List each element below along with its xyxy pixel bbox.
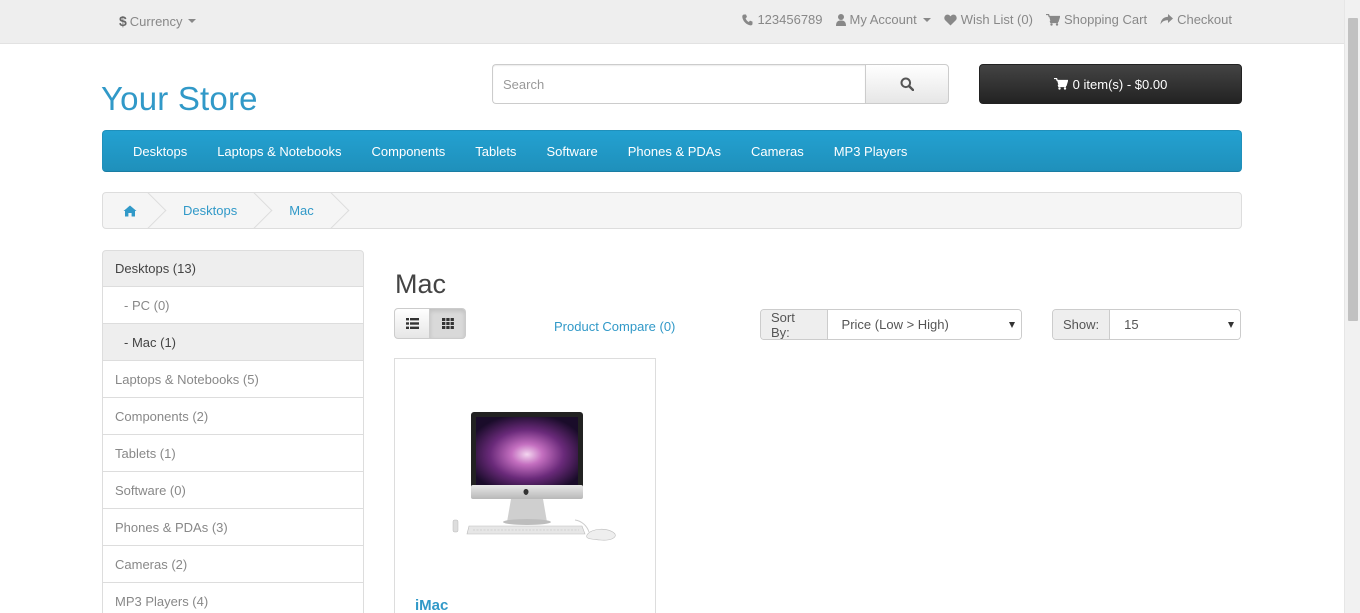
sidebar-item-mp3-players[interactable]: MP3 Players (4)	[102, 583, 364, 613]
sidebar-item-software[interactable]: Software (0)	[102, 472, 364, 509]
sidebar-item-cameras[interactable]: Cameras (2)	[102, 546, 364, 583]
breadcrumb-label: Desktops	[183, 203, 238, 218]
search-bar	[492, 64, 949, 104]
breadcrumb: Desktops Mac	[102, 192, 1242, 229]
sidebar-item-phones[interactable]: Phones & PDAs (3)	[102, 509, 364, 546]
my-account-label: My Account	[849, 12, 917, 27]
limit-control: Show: 15	[1052, 309, 1241, 340]
checkout-link[interactable]: Checkout	[1160, 12, 1232, 27]
limit-select[interactable]: 15	[1110, 310, 1240, 339]
cart-summary: 0 item(s) - $0.00	[1072, 76, 1168, 92]
phone-icon	[742, 14, 753, 25]
page-scrollbar[interactable]	[1344, 0, 1360, 613]
sort-label: Sort By:	[761, 310, 828, 339]
limit-value: 15	[1124, 317, 1139, 332]
cart-icon	[1053, 78, 1068, 90]
product-image[interactable]	[407, 371, 643, 581]
shopping-cart-label: Shopping Cart	[1063, 12, 1148, 27]
menu-item-tablets[interactable]: Tablets	[475, 144, 516, 159]
share-icon	[1160, 14, 1174, 25]
list-icon	[405, 318, 419, 329]
product-name[interactable]: iMac	[415, 597, 448, 613]
main-menu: Desktops Laptops & Notebooks Components …	[102, 130, 1242, 172]
sidebar-item-components[interactable]: Components (2)	[102, 398, 364, 435]
product-compare-link[interactable]: Product Compare (0)	[554, 319, 675, 334]
phone-number: 123456789	[757, 12, 823, 27]
shopping-cart-link[interactable]: Shopping Cart	[1045, 12, 1148, 27]
show-label: Show:	[1053, 310, 1111, 339]
sidebar-item-mac[interactable]: - Mac (1)	[102, 324, 364, 361]
search-icon	[900, 77, 914, 91]
breadcrumb-home[interactable]	[103, 193, 157, 228]
chevron-down-icon	[187, 19, 196, 23]
menu-item-laptops[interactable]: Laptops & Notebooks	[217, 144, 341, 159]
user-icon	[835, 13, 846, 26]
menu-item-cameras[interactable]: Cameras	[751, 144, 804, 159]
view-toggle	[394, 308, 466, 339]
currency-label: Currency	[129, 13, 183, 29]
top-links: 123456789 My Account Wish List (0) Shopp…	[742, 12, 1232, 27]
search-input[interactable]	[492, 64, 865, 104]
cart-icon	[1045, 13, 1060, 26]
breadcrumb-item-mac[interactable]: Mac	[263, 193, 340, 228]
grid-icon	[441, 318, 454, 329]
page-title: Mac	[395, 269, 447, 299]
sidebar-item-laptops[interactable]: Laptops & Notebooks (5)	[102, 361, 364, 398]
product-card: iMac	[394, 358, 656, 613]
sidebar-item-desktops[interactable]: Desktops (13)	[102, 250, 364, 287]
sort-control: Sort By: Price (Low > High)	[760, 309, 1022, 340]
top-bar: $ Currency 123456789 My Account Wish Lis…	[0, 0, 1344, 44]
dropdown-arrow-icon	[1228, 322, 1234, 328]
menu-item-desktops[interactable]: Desktops	[133, 144, 187, 159]
menu-item-mp3-players[interactable]: MP3 Players	[834, 144, 908, 159]
sort-value: Price (Low > High)	[841, 317, 949, 332]
heart-icon	[944, 14, 957, 25]
menu-item-phones[interactable]: Phones & PDAs	[628, 144, 721, 159]
checkout-label: Checkout	[1177, 12, 1232, 27]
menu-item-components[interactable]: Components	[372, 144, 446, 159]
sort-select[interactable]: Price (Low > High)	[827, 310, 1021, 339]
my-account-dropdown[interactable]: My Account	[835, 12, 931, 27]
breadcrumb-label: Mac	[289, 203, 314, 218]
grid-view-button[interactable]	[430, 308, 466, 339]
wish-list-link[interactable]: Wish List (0)	[944, 12, 1033, 27]
wish-list-label: Wish List (0)	[960, 12, 1033, 27]
breadcrumb-item-desktops[interactable]: Desktops	[157, 193, 263, 228]
search-button[interactable]	[865, 64, 949, 104]
dropdown-arrow-icon	[1009, 322, 1015, 328]
phone-link[interactable]: 123456789	[742, 12, 823, 27]
scrollbar-thumb[interactable]	[1348, 18, 1358, 321]
currency-dropdown[interactable]: $ Currency	[119, 13, 196, 29]
currency-symbol: $	[119, 13, 127, 29]
category-sidebar: Desktops (13) - PC (0) - Mac (1) Laptops…	[102, 250, 364, 613]
menu-item-software[interactable]: Software	[546, 144, 597, 159]
sidebar-item-pc[interactable]: - PC (0)	[102, 287, 364, 324]
chevron-down-icon	[922, 17, 931, 22]
breadcrumb-separator	[314, 193, 350, 228]
cart-button[interactable]: 0 item(s) - $0.00	[979, 64, 1242, 104]
list-view-button[interactable]	[394, 308, 430, 339]
imac-image	[452, 412, 616, 541]
sidebar-item-tablets[interactable]: Tablets (1)	[102, 435, 364, 472]
store-logo[interactable]: Your Store	[101, 80, 258, 118]
